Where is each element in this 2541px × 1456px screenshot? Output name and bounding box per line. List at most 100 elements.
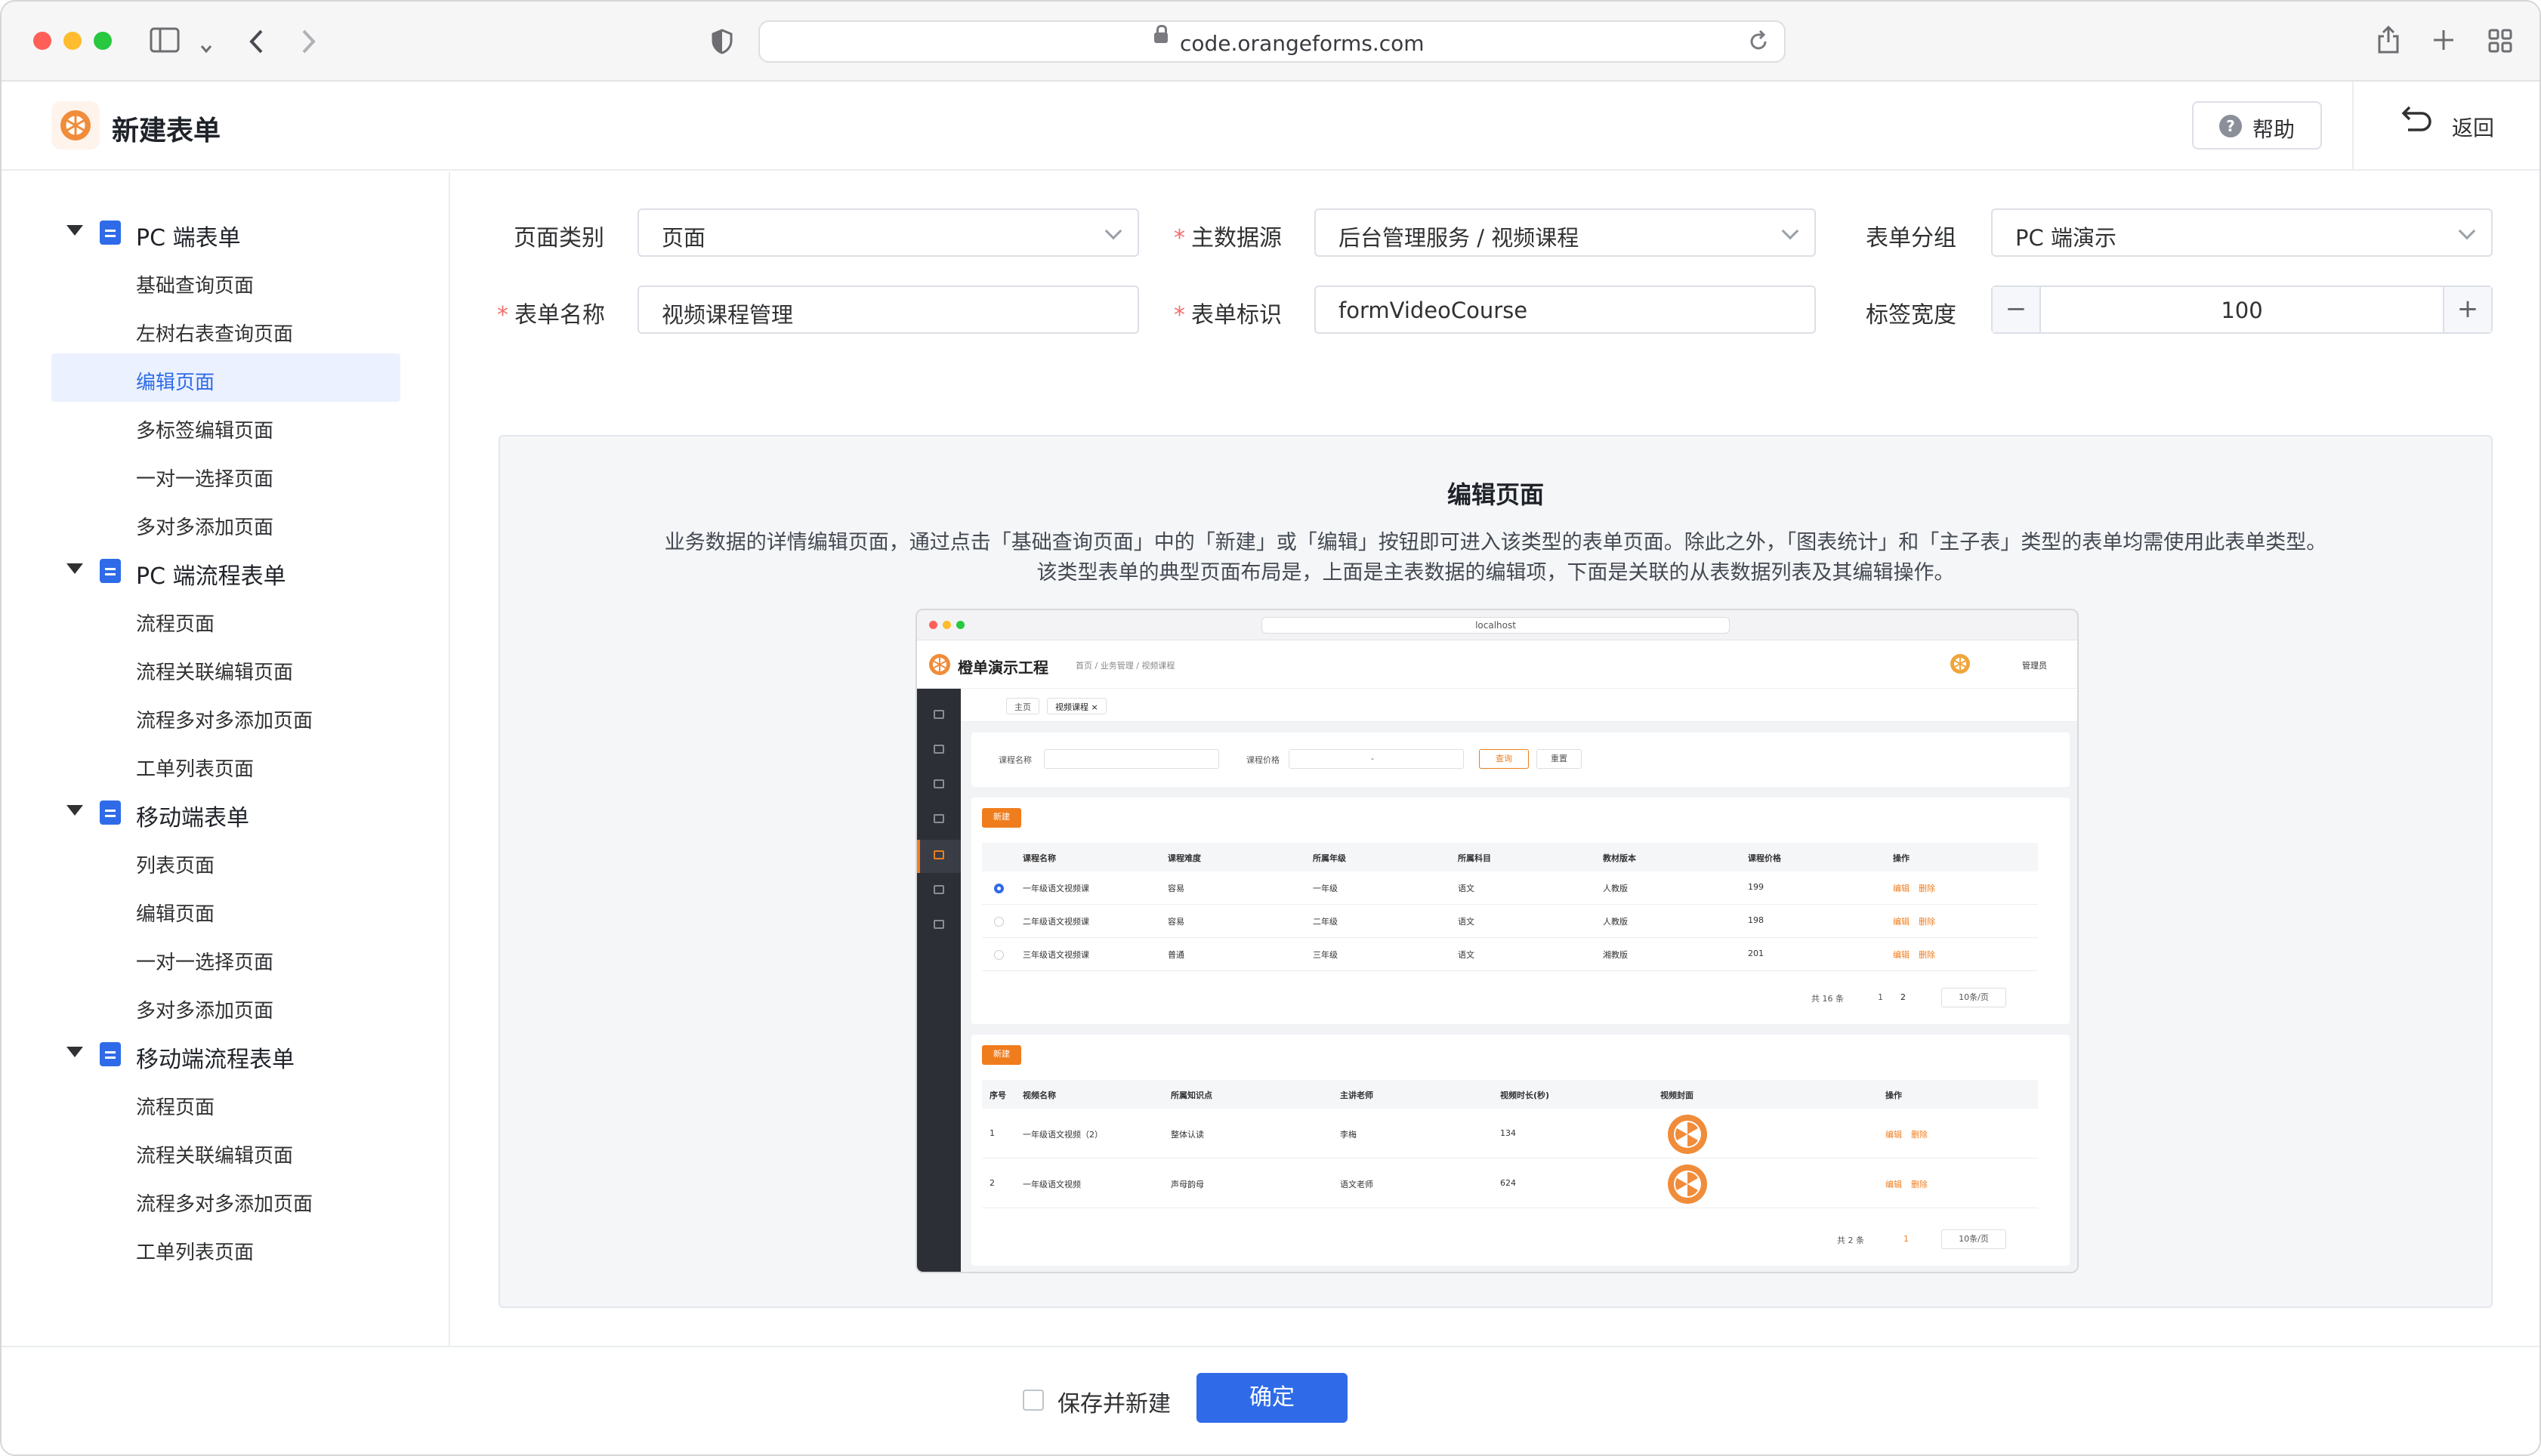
tree-item-label: 流程页面 — [136, 1097, 215, 1119]
tree-item[interactable]: 流程多对多添加页面 — [51, 692, 400, 740]
mini-td: 一年级语文视频 — [1023, 1180, 1081, 1189]
mini-td: 声母韵母 — [1171, 1180, 1204, 1189]
mini-td: 容易 — [1168, 917, 1184, 927]
mini-td: 一年级语文视频（2） — [1023, 1130, 1103, 1140]
mini-main-area: 主页 视频课程 × 课程名称 课程价格 - 查询 重置 新建 课程名称 课程难度… — [961, 689, 2077, 1272]
mini-user-avatar-icon — [1950, 654, 1970, 674]
tree-item-active[interactable]: 编辑页面 — [51, 353, 400, 402]
required-mark: * — [1174, 302, 1185, 329]
page-type-select[interactable]: 页面 — [638, 208, 1139, 257]
mini-td: 三年级语文视频课 — [1023, 950, 1089, 960]
mini-table-row: 二年级语文视频课 容易 二年级 语文 人教版 198 编辑 删除 — [982, 905, 2038, 938]
mini-td: 624 — [1500, 1178, 1516, 1188]
tree-item[interactable]: 流程页面 — [51, 1078, 400, 1127]
mini-page: 2 — [1900, 992, 1906, 1002]
tree-item[interactable]: 流程关联编辑页面 — [51, 643, 400, 692]
orange-logo-icon — [60, 110, 91, 140]
new-tab-icon[interactable] — [2432, 29, 2455, 56]
mini-edit-link: 编辑 — [1885, 1130, 1902, 1140]
mini-edit-link: 编辑 — [1893, 917, 1910, 927]
tree-group-label: 移动端流程表单 — [136, 1047, 295, 1073]
increment-button[interactable]: + — [2443, 287, 2491, 332]
mini-filter-input — [1044, 749, 1219, 769]
mini-delete-link: 删除 — [1911, 1180, 1928, 1189]
tree-item-label: 流程关联编辑页面 — [136, 1145, 294, 1168]
form-group-select[interactable]: PC 端演示 — [1991, 208, 2493, 257]
mini-new-button: 新建 — [982, 808, 1021, 828]
mini-menu-icon — [934, 779, 944, 788]
address-bar[interactable]: code.orangeforms.com — [758, 20, 1786, 63]
mini-th: 所属年级 — [1313, 853, 1346, 863]
back-icon[interactable] — [248, 29, 264, 59]
mini-td: 容易 — [1168, 884, 1184, 893]
tab-overview-icon[interactable] — [2488, 29, 2512, 57]
forward-icon[interactable] — [301, 29, 317, 59]
tree-item[interactable]: 工单列表页面 — [51, 1223, 400, 1272]
label-width-stepper[interactable]: − 100 + — [1991, 285, 2493, 334]
tree-item[interactable]: 流程多对多添加页面 — [51, 1175, 400, 1223]
minimize-window-button[interactable] — [63, 32, 82, 50]
mini-table-header: 课程名称 课程难度 所属年级 所属科目 教材版本 课程价格 操作 — [982, 843, 2038, 871]
main-source-select[interactable]: 后台管理服务 / 视频课程 — [1314, 208, 1816, 257]
caret-down-icon — [66, 805, 83, 816]
tree-item[interactable]: 基础查询页面 — [51, 257, 400, 305]
confirm-button[interactable]: 确定 — [1196, 1373, 1348, 1423]
label-width-value[interactable]: 100 — [1993, 298, 2491, 323]
tree-group-mobile-flow-form[interactable]: 移动端流程表单 — [2, 1030, 450, 1078]
page-type-value: 页面 — [662, 225, 706, 251]
zoom-window-button[interactable] — [94, 32, 112, 50]
sidebar-toggle-icon[interactable] — [150, 27, 180, 57]
form-key-input[interactable]: formVideoCourse — [1314, 285, 1816, 334]
tree-item[interactable]: 一对一选择页面 — [51, 933, 400, 982]
form-name-label: * 表单名称 — [497, 296, 605, 329]
shield-icon[interactable] — [712, 29, 733, 59]
tree-item[interactable]: 多对多添加页面 — [51, 498, 400, 547]
mini-filter-panel: 课程名称 课程价格 - 查询 重置 — [971, 733, 2070, 787]
tree-item[interactable]: 多标签编辑页面 — [51, 402, 400, 450]
form-type-tree: PC 端表单 基础查询页面 左树右表查询页面 编辑页面 多标签编辑页面 一对一选… — [2, 172, 450, 1346]
tree-item[interactable]: 一对一选择页面 — [51, 450, 400, 498]
mini-th: 视频名称 — [1023, 1090, 1056, 1100]
tree-item[interactable]: 多对多添加页面 — [51, 982, 400, 1030]
mini-zoom-dot — [956, 621, 965, 629]
chevron-down-icon[interactable] — [199, 33, 213, 59]
tree-item[interactable]: 流程关联编辑页面 — [51, 1127, 400, 1175]
form-group-label: 表单分组 — [1866, 225, 1956, 251]
tree-item-label: 工单列表页面 — [136, 1242, 255, 1264]
mini-delete-link: 删除 — [1911, 1130, 1928, 1140]
app-header: 新建表单 ? 帮助 返回 — [2, 82, 2539, 171]
tree-item[interactable]: 左树右表查询页面 — [51, 305, 400, 353]
close-window-button[interactable] — [33, 32, 51, 50]
tree-item[interactable]: 列表页面 — [51, 837, 400, 885]
tree-item-label: 一对一选择页面 — [136, 952, 274, 974]
mini-table-row: 1 一年级语文视频（2） 整体认读 李梅 134 编辑 删除 — [982, 1109, 2038, 1158]
mini-breadcrumb: 首页 / 业务管理 / 视频课程 — [1076, 661, 1175, 671]
tree-group-pc-flow-form[interactable]: PC 端流程表单 — [2, 547, 450, 595]
mini-filter-label: 课程名称 — [999, 755, 1032, 765]
form-key-label: * 表单标识 — [1174, 296, 1282, 329]
reload-icon[interactable] — [1748, 29, 1769, 58]
mini-th: 序号 — [990, 1090, 1006, 1100]
tree-group-pc-form[interactable]: PC 端表单 — [2, 208, 450, 257]
mini-new-button: 新建 — [982, 1045, 1021, 1065]
share-icon[interactable] — [2376, 24, 2401, 59]
tree-item[interactable]: 工单列表页面 — [51, 740, 400, 788]
mini-delete-link: 删除 — [1919, 917, 1935, 927]
tree-item[interactable]: 流程页面 — [51, 595, 400, 643]
form-type-preview: 编辑页面 业务数据的详情编辑页面，通过点击「基础查询页面」中的「新建」或「编辑」… — [499, 435, 2493, 1308]
tree-item[interactable]: 编辑页面 — [51, 885, 400, 933]
browser-toolbar: code.orangeforms.com — [2, 2, 2539, 82]
help-button[interactable]: ? 帮助 — [2192, 101, 2322, 150]
page-type-label: 页面类别 — [514, 225, 604, 251]
preview-description-line1: 业务数据的详情编辑页面，通过点击「基础查询页面」中的「新建」或「编辑」按钮即可进… — [664, 531, 2327, 554]
document-icon — [100, 800, 121, 825]
form-name-input[interactable]: 视频课程管理 — [638, 285, 1139, 334]
mini-td: 语文 — [1458, 950, 1474, 960]
caret-down-icon — [66, 225, 83, 236]
mini-menu-icon — [934, 885, 944, 894]
tree-group-mobile-form[interactable]: 移动端表单 — [2, 788, 450, 837]
save-and-new-checkbox[interactable] — [1023, 1390, 1044, 1411]
tree-item-label: 多标签编辑页面 — [136, 420, 274, 443]
save-and-new-label[interactable]: 保存并新建 — [1057, 1385, 1171, 1418]
document-icon — [100, 1042, 121, 1066]
